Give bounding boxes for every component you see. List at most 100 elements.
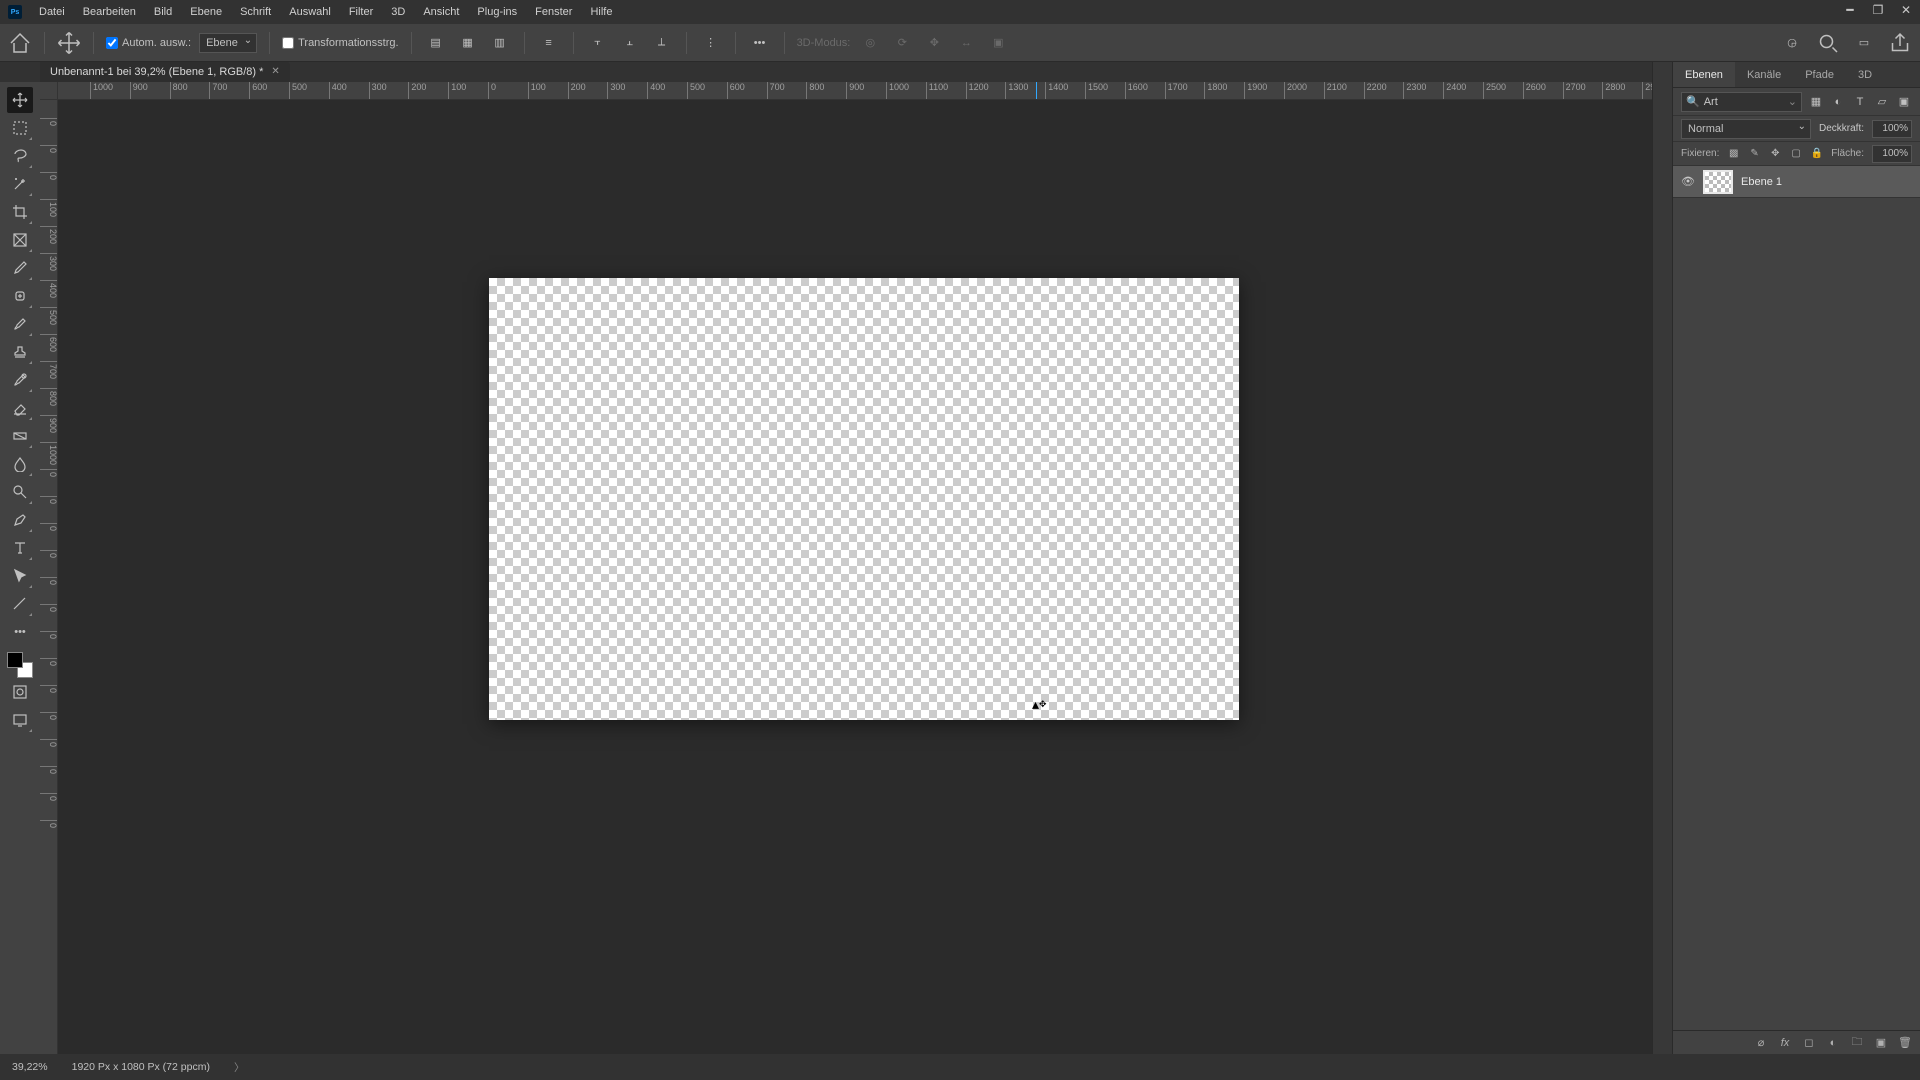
group-icon[interactable]: 🗀 (1850, 1036, 1864, 1050)
chevron-down-icon: ⌄ (1788, 95, 1797, 108)
window-close-button[interactable]: ✕ (1898, 2, 1914, 18)
lock-all-icon[interactable]: 🔒 (1810, 146, 1823, 162)
align-center-h-button[interactable]: ▦ (456, 31, 480, 55)
menu-bild[interactable]: Bild (145, 0, 181, 24)
opacity-input[interactable] (1872, 120, 1912, 138)
align-center-v-button[interactable]: ⫠ (618, 31, 642, 55)
foreground-color-swatch[interactable] (7, 652, 23, 668)
menu-ebene[interactable]: Ebene (181, 0, 231, 24)
status-dims[interactable]: 1920 Px x 1080 Px (72 ppcm) (72, 1061, 210, 1073)
menu-ansicht[interactable]: Ansicht (414, 0, 468, 24)
color-swatches[interactable] (7, 652, 33, 678)
tool-frame[interactable] (7, 227, 33, 253)
filter-shape-icon[interactable]: ▱ (1874, 94, 1890, 110)
tool-lasso[interactable] (7, 143, 33, 169)
tool-shape[interactable] (7, 591, 33, 617)
tool-path-select[interactable] (7, 563, 33, 589)
collapsed-dock[interactable] (1652, 62, 1672, 1054)
tool-gradient[interactable] (7, 423, 33, 449)
tool-more[interactable]: ••• (7, 619, 33, 645)
tool-dodge[interactable] (7, 479, 33, 505)
blend-opacity-row: Normal Deckkraft: (1673, 116, 1920, 142)
fill-input[interactable] (1872, 145, 1912, 163)
ruler-vertical[interactable]: 0001002003004005006007008009001000000000… (40, 100, 58, 1054)
adjustment-layer-icon[interactable]: ◐ (1826, 1036, 1840, 1050)
menu-3d[interactable]: 3D (382, 0, 414, 24)
align-bottom-button[interactable]: ⟂ (650, 31, 674, 55)
align-left-button[interactable]: ▤ (424, 31, 448, 55)
filter-smart-icon[interactable]: ▣ (1896, 94, 1912, 110)
tool-pen[interactable] (7, 507, 33, 533)
link-layers-icon[interactable]: ⌀ (1754, 1036, 1768, 1050)
ruler-horizontal[interactable]: 1000900800700600500400300200100010020030… (58, 82, 1652, 100)
menu-filter[interactable]: Filter (340, 0, 382, 24)
filter-type-icon[interactable]: T (1852, 94, 1868, 110)
tool-wand[interactable] (7, 171, 33, 197)
panel-tab-3d[interactable]: 3D (1846, 62, 1884, 87)
cloud-docs-icon[interactable]: ◶ (1780, 31, 1804, 55)
ruler-origin[interactable] (40, 82, 58, 100)
transform-controls-checkbox[interactable]: Transformationsstrg. (282, 37, 398, 49)
panel-tab-pfade[interactable]: Pfade (1793, 62, 1846, 87)
tool-brush[interactable] (7, 311, 33, 337)
status-zoom[interactable]: 39,22% (12, 1061, 48, 1073)
tool-eyedropper[interactable] (7, 255, 33, 281)
ruler-tick: 800 (170, 82, 188, 100)
layer-visibility-icon[interactable]: 👁 (1681, 175, 1695, 189)
lock-position-icon[interactable]: ✥ (1769, 146, 1782, 162)
search-icon[interactable] (1816, 31, 1840, 55)
menu-fenster[interactable]: Fenster (526, 0, 581, 24)
tool-quickmask[interactable] (7, 679, 33, 705)
tool-stamp[interactable] (7, 339, 33, 365)
distribute-v-button[interactable]: ⋮ (699, 31, 723, 55)
layer-thumbnail[interactable] (1703, 170, 1733, 194)
layer-mask-icon[interactable]: ◻ (1802, 1036, 1816, 1050)
close-tab-icon[interactable]: ✕ (271, 62, 279, 82)
menu-bearbeiten[interactable]: Bearbeiten (74, 0, 145, 24)
menu-schrift[interactable]: Schrift (231, 0, 280, 24)
menu-hilfe[interactable]: Hilfe (581, 0, 621, 24)
tool-move[interactable] (7, 87, 33, 113)
canvas-viewport[interactable]: ▴✥ (58, 100, 1652, 1054)
tool-eraser[interactable] (7, 395, 33, 421)
tool-history-brush[interactable] (7, 367, 33, 393)
menu-auswahl[interactable]: Auswahl (280, 0, 340, 24)
tool-type[interactable] (7, 535, 33, 561)
distribute-button[interactable]: ≡ (537, 31, 561, 55)
new-layer-icon[interactable]: ▣ (1874, 1036, 1888, 1050)
lock-artboard-icon[interactable]: ▢ (1790, 146, 1803, 162)
tool-crop[interactable] (7, 199, 33, 225)
layer-fx-icon[interactable]: fx (1778, 1036, 1792, 1050)
status-flyout-icon[interactable]: 〉 (234, 1060, 245, 1075)
window-minimize-button[interactable]: ━ (1842, 2, 1858, 18)
share-icon[interactable] (1888, 31, 1912, 55)
panel-tab-kanäle[interactable]: Kanäle (1735, 62, 1793, 87)
menu-plug-ins[interactable]: Plug-ins (468, 0, 526, 24)
tool-screenmode[interactable] (7, 707, 33, 733)
window-maximize-button[interactable]: ❐ (1870, 2, 1886, 18)
home-button[interactable] (8, 31, 32, 55)
auto-select-target-select[interactable]: Ebene (199, 33, 257, 53)
more-align-button[interactable]: ••• (748, 31, 772, 55)
filter-adjust-icon[interactable]: ◐ (1830, 94, 1846, 110)
filter-pixel-icon[interactable]: ▦ (1808, 94, 1824, 110)
document-tab[interactable]: Unbenannt-1 bei 39,2% (Ebene 1, RGB/8) *… (40, 62, 290, 82)
menu-datei[interactable]: Datei (30, 0, 74, 24)
tool-marquee[interactable] (7, 115, 33, 141)
panel-tab-ebenen[interactable]: Ebenen (1673, 62, 1735, 87)
layer-name-label[interactable]: Ebene 1 (1741, 176, 1782, 188)
move-tool-icon[interactable] (57, 31, 81, 55)
workspace-icon[interactable]: ▭ (1852, 31, 1876, 55)
blend-mode-select[interactable]: Normal (1681, 119, 1811, 139)
align-top-button[interactable]: ⫟ (586, 31, 610, 55)
auto-select-checkbox[interactable]: Autom. ausw.: (106, 37, 191, 49)
tool-healing[interactable] (7, 283, 33, 309)
lock-pixels-icon[interactable]: ▩ (1727, 146, 1740, 162)
align-right-button[interactable]: ▥ (488, 31, 512, 55)
canvas[interactable] (489, 278, 1239, 720)
layer-filter-type[interactable]: 🔍 Art ⌄ (1681, 92, 1802, 112)
layer-row[interactable]: 👁 Ebene 1 (1673, 166, 1920, 198)
delete-layer-icon[interactable]: 🗑 (1898, 1036, 1912, 1050)
lock-paint-icon[interactable]: ✎ (1748, 146, 1761, 162)
tool-blur[interactable] (7, 451, 33, 477)
